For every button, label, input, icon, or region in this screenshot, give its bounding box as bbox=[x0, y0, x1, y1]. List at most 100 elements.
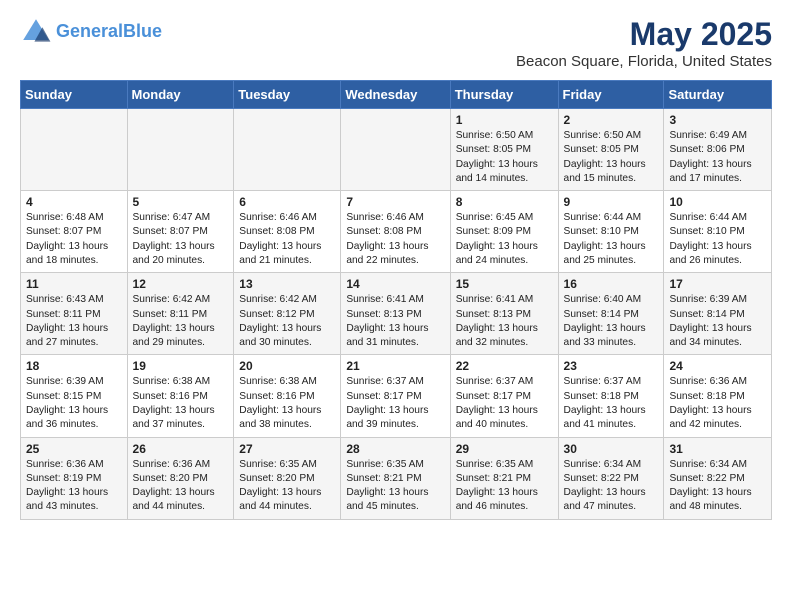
day-number: 2 bbox=[564, 113, 659, 127]
day-cell: 3 Sunrise: 6:49 AM Sunset: 8:06 PM Daylig… bbox=[664, 109, 772, 191]
day-number: 20 bbox=[239, 359, 335, 373]
day-number: 25 bbox=[26, 442, 122, 456]
day-info: Sunrise: 6:45 AM Sunset: 8:09 PM Dayligh… bbox=[456, 211, 553, 268]
day-cell: 20 Sunrise: 6:38 AM Sunset: 8:16 PM Dayli… bbox=[234, 355, 341, 437]
day-cell bbox=[341, 109, 450, 191]
day-number: 21 bbox=[346, 359, 444, 373]
day-number: 8 bbox=[456, 195, 553, 209]
day-number: 10 bbox=[669, 195, 766, 209]
day-cell: 8 Sunrise: 6:45 AM Sunset: 8:09 PM Daylig… bbox=[450, 191, 558, 273]
day-number: 17 bbox=[669, 277, 766, 291]
day-cell: 18Sunrise: 6:39 AM Sunset: 8:15 PM Dayli… bbox=[21, 355, 128, 437]
day-info: Sunrise: 6:36 AM Sunset: 8:20 PM Dayligh… bbox=[133, 458, 229, 515]
day-info: Sunrise: 6:35 AM Sunset: 8:21 PM Dayligh… bbox=[456, 458, 553, 515]
day-cell: 14 Sunrise: 6:41 AM Sunset: 8:13 PM Dayli… bbox=[341, 273, 450, 355]
day-number: 23 bbox=[564, 359, 659, 373]
logo: GeneralBlue bbox=[20, 16, 162, 48]
day-info: Sunrise: 6:50 AM Sunset: 8:05 PM Dayligh… bbox=[456, 129, 553, 186]
day-cell: 12 Sunrise: 6:42 AM Sunset: 8:11 PM Dayli… bbox=[127, 273, 234, 355]
day-info: Sunrise: 6:44 AM Sunset: 8:10 PM Dayligh… bbox=[564, 211, 659, 268]
week-row-1: 1 Sunrise: 6:50 AM Sunset: 8:05 PM Daylig… bbox=[21, 109, 772, 191]
day-info: Sunrise: 6:49 AM Sunset: 8:06 PM Dayligh… bbox=[669, 129, 766, 186]
day-info: Sunrise: 6:42 AM Sunset: 8:12 PM Dayligh… bbox=[239, 293, 335, 350]
day-cell: 1 Sunrise: 6:50 AM Sunset: 8:05 PM Daylig… bbox=[450, 109, 558, 191]
day-cell: 11Sunrise: 6:43 AM Sunset: 8:11 PM Dayli… bbox=[21, 273, 128, 355]
day-info: Sunrise: 6:36 AM Sunset: 8:18 PM Dayligh… bbox=[669, 375, 766, 432]
day-info: Sunrise: 6:34 AM Sunset: 8:22 PM Dayligh… bbox=[564, 458, 659, 515]
day-number: 9 bbox=[564, 195, 659, 209]
day-cell: 28 Sunrise: 6:35 AM Sunset: 8:21 PM Dayli… bbox=[341, 437, 450, 519]
col-header-sunday: Sunday bbox=[21, 81, 128, 109]
logo-text: GeneralBlue bbox=[56, 22, 162, 42]
day-cell: 25Sunrise: 6:36 AM Sunset: 8:19 PM Dayli… bbox=[21, 437, 128, 519]
day-number: 12 bbox=[133, 277, 229, 291]
day-number: 4 bbox=[26, 195, 122, 209]
day-info: Sunrise: 6:35 AM Sunset: 8:21 PM Dayligh… bbox=[346, 458, 444, 515]
day-info: Sunrise: 6:37 AM Sunset: 8:17 PM Dayligh… bbox=[346, 375, 444, 432]
day-info: Sunrise: 6:46 AM Sunset: 8:08 PM Dayligh… bbox=[346, 211, 444, 268]
header-row: SundayMondayTuesdayWednesdayThursdayFrid… bbox=[21, 81, 772, 109]
logo-line2: Blue bbox=[123, 21, 162, 41]
day-cell: 27 Sunrise: 6:35 AM Sunset: 8:20 PM Dayli… bbox=[234, 437, 341, 519]
page-header: GeneralBlue May 2025 Beacon Square, Flor… bbox=[20, 16, 772, 70]
day-cell: 10 Sunrise: 6:44 AM Sunset: 8:10 PM Dayli… bbox=[664, 191, 772, 273]
day-cell bbox=[21, 109, 128, 191]
week-row-3: 11Sunrise: 6:43 AM Sunset: 8:11 PM Dayli… bbox=[21, 273, 772, 355]
logo-icon bbox=[20, 16, 52, 48]
day-number: 26 bbox=[133, 442, 229, 456]
col-header-friday: Friday bbox=[558, 81, 664, 109]
title-block: May 2025 Beacon Square, Florida, United … bbox=[516, 16, 772, 70]
day-number: 31 bbox=[669, 442, 766, 456]
day-number: 1 bbox=[456, 113, 553, 127]
day-cell: 5 Sunrise: 6:47 AM Sunset: 8:07 PM Daylig… bbox=[127, 191, 234, 273]
day-number: 30 bbox=[564, 442, 659, 456]
day-info: Sunrise: 6:39 AM Sunset: 8:15 PM Dayligh… bbox=[26, 375, 122, 432]
month-year: May 2025 bbox=[516, 16, 772, 53]
day-info: Sunrise: 6:35 AM Sunset: 8:20 PM Dayligh… bbox=[239, 458, 335, 515]
day-cell: 31 Sunrise: 6:34 AM Sunset: 8:22 PM Dayli… bbox=[664, 437, 772, 519]
day-cell: 26 Sunrise: 6:36 AM Sunset: 8:20 PM Dayli… bbox=[127, 437, 234, 519]
day-info: Sunrise: 6:38 AM Sunset: 8:16 PM Dayligh… bbox=[133, 375, 229, 432]
col-header-thursday: Thursday bbox=[450, 81, 558, 109]
col-header-monday: Monday bbox=[127, 81, 234, 109]
day-info: Sunrise: 6:47 AM Sunset: 8:07 PM Dayligh… bbox=[133, 211, 229, 268]
day-number: 22 bbox=[456, 359, 553, 373]
day-info: Sunrise: 6:43 AM Sunset: 8:11 PM Dayligh… bbox=[26, 293, 122, 350]
day-number: 5 bbox=[133, 195, 229, 209]
day-cell: 24 Sunrise: 6:36 AM Sunset: 8:18 PM Dayli… bbox=[664, 355, 772, 437]
day-info: Sunrise: 6:38 AM Sunset: 8:16 PM Dayligh… bbox=[239, 375, 335, 432]
day-number: 7 bbox=[346, 195, 444, 209]
day-number: 14 bbox=[346, 277, 444, 291]
day-cell: 21 Sunrise: 6:37 AM Sunset: 8:17 PM Dayli… bbox=[341, 355, 450, 437]
week-row-4: 18Sunrise: 6:39 AM Sunset: 8:15 PM Dayli… bbox=[21, 355, 772, 437]
day-cell: 9 Sunrise: 6:44 AM Sunset: 8:10 PM Daylig… bbox=[558, 191, 664, 273]
day-cell: 13Sunrise: 6:42 AM Sunset: 8:12 PM Dayli… bbox=[234, 273, 341, 355]
day-number: 3 bbox=[669, 113, 766, 127]
day-info: Sunrise: 6:44 AM Sunset: 8:10 PM Dayligh… bbox=[669, 211, 766, 268]
day-cell bbox=[127, 109, 234, 191]
day-number: 28 bbox=[346, 442, 444, 456]
col-header-wednesday: Wednesday bbox=[341, 81, 450, 109]
day-info: Sunrise: 6:48 AM Sunset: 8:07 PM Dayligh… bbox=[26, 211, 122, 268]
week-row-5: 25Sunrise: 6:36 AM Sunset: 8:19 PM Dayli… bbox=[21, 437, 772, 519]
day-info: Sunrise: 6:46 AM Sunset: 8:08 PM Dayligh… bbox=[239, 211, 335, 268]
day-cell: 22 Sunrise: 6:37 AM Sunset: 8:17 PM Dayli… bbox=[450, 355, 558, 437]
day-info: Sunrise: 6:41 AM Sunset: 8:13 PM Dayligh… bbox=[346, 293, 444, 350]
day-cell: 4 Sunrise: 6:48 AM Sunset: 8:07 PM Daylig… bbox=[21, 191, 128, 273]
day-info: Sunrise: 6:37 AM Sunset: 8:17 PM Dayligh… bbox=[456, 375, 553, 432]
day-number: 16 bbox=[564, 277, 659, 291]
day-cell: 29Sunrise: 6:35 AM Sunset: 8:21 PM Dayli… bbox=[450, 437, 558, 519]
day-info: Sunrise: 6:37 AM Sunset: 8:18 PM Dayligh… bbox=[564, 375, 659, 432]
day-cell: 23 Sunrise: 6:37 AM Sunset: 8:18 PM Dayli… bbox=[558, 355, 664, 437]
day-info: Sunrise: 6:34 AM Sunset: 8:22 PM Dayligh… bbox=[669, 458, 766, 515]
day-number: 6 bbox=[239, 195, 335, 209]
day-cell bbox=[234, 109, 341, 191]
day-cell: 2 Sunrise: 6:50 AM Sunset: 8:05 PM Daylig… bbox=[558, 109, 664, 191]
day-cell: 16Sunrise: 6:40 AM Sunset: 8:14 PM Dayli… bbox=[558, 273, 664, 355]
week-row-2: 4 Sunrise: 6:48 AM Sunset: 8:07 PM Daylig… bbox=[21, 191, 772, 273]
day-number: 24 bbox=[669, 359, 766, 373]
day-info: Sunrise: 6:42 AM Sunset: 8:11 PM Dayligh… bbox=[133, 293, 229, 350]
day-number: 27 bbox=[239, 442, 335, 456]
location: Beacon Square, Florida, United States bbox=[516, 53, 772, 70]
day-info: Sunrise: 6:50 AM Sunset: 8:05 PM Dayligh… bbox=[564, 129, 659, 186]
